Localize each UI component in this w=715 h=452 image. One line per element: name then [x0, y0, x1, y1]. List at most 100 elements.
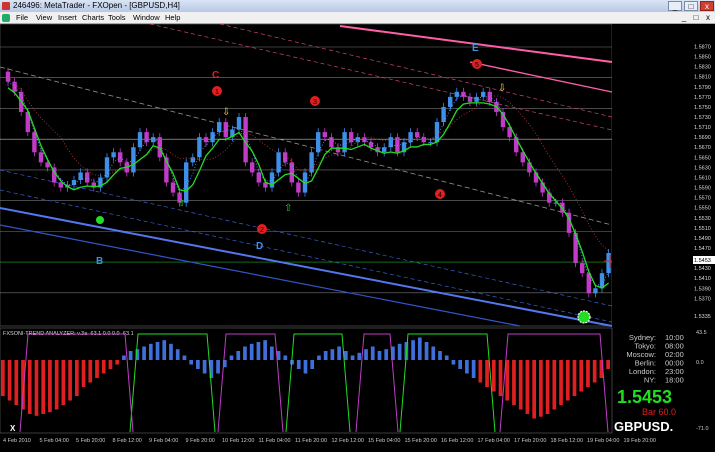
menu-tools[interactable]: Tools	[108, 12, 126, 24]
menu-view[interactable]: View	[36, 12, 52, 24]
price-tick-label: 1.5630	[694, 165, 711, 171]
session-city: NY:	[644, 376, 656, 385]
indicator-bar	[249, 343, 254, 360]
close-button[interactable]: x	[700, 1, 714, 11]
time-tick-label: 18 Feb 12:00	[551, 438, 583, 444]
indicator-bar	[411, 340, 415, 360]
chart-restore-button[interactable]: □	[691, 12, 701, 24]
chart-area[interactable]: C D E B 1 2 3 4 5 ⇩ ⇩ ⇧ ⇧ [8/8] 1.5869[7…	[0, 23, 715, 447]
indicator-bar	[586, 360, 590, 387]
session-time: 18:00	[665, 376, 684, 385]
price-tick-label: 1.5670	[694, 145, 711, 151]
indicator-bar	[559, 360, 563, 405]
candle-body	[481, 91, 486, 97]
time-tick-label: 19 Feb 20:00	[624, 438, 656, 444]
menu-help[interactable]: Help	[165, 12, 180, 24]
time-tick-label: 17 Feb 20:00	[514, 438, 546, 444]
current-price-tag-text: 1.5453	[694, 258, 711, 264]
session-clock-panel: Sydney: 10:00Tokyo: 08:00Moscow: 02:00Berli…	[614, 333, 684, 434]
price-tick-label: 1.5850	[694, 55, 711, 61]
indicator-bar	[189, 360, 194, 365]
indicator-bar	[518, 360, 523, 410]
minimize-button[interactable]: _	[668, 1, 682, 11]
arrow-down-yellow-icon: ⇩	[222, 107, 230, 118]
window-title: 246496: MetaTrader - FXOpen - [GBPUSD,H4…	[13, 1, 180, 10]
candle-body	[32, 132, 37, 153]
candle-body	[316, 132, 321, 153]
arrow-down-yellow-icon-2: ⇩	[498, 83, 506, 94]
candle-body	[415, 132, 420, 138]
price-tick-label: 1.5410	[694, 276, 711, 282]
title-bar: 246496: MetaTrader - FXOpen - [GBPUSD,H4…	[0, 0, 715, 12]
price-tick-label: 1.5650	[694, 155, 711, 161]
candle-body	[203, 137, 209, 143]
indicator-bar	[478, 360, 483, 383]
label-d: D	[256, 241, 263, 252]
indicator-bar	[606, 360, 610, 369]
indicator-bar	[317, 355, 321, 360]
time-tick-label: 19 Feb 04:00	[587, 438, 619, 444]
time-tick-label: 5 Feb 20:00	[76, 438, 105, 444]
price-scale[interactable]: 1.5870 1.5850 1.5830 1.5810 1.5790 1.5770 1.57…	[612, 24, 715, 326]
menu-window[interactable]: Window	[133, 12, 160, 24]
candle-body	[388, 137, 393, 148]
menu-insert[interactable]: Insert	[58, 12, 77, 24]
candle-body	[349, 132, 354, 143]
price-tick-label: 1.5370	[694, 296, 711, 302]
candle-body	[342, 132, 347, 153]
candle-body	[283, 152, 288, 163]
indicator-bar	[397, 343, 402, 360]
candle-body	[448, 96, 453, 107]
indicator-bar	[545, 360, 550, 414]
indicator-bar	[592, 360, 597, 383]
arrow-up-green-icon: ⇧	[284, 203, 292, 214]
indicator-bar	[505, 360, 510, 401]
maximize-button[interactable]: □	[684, 1, 698, 11]
chart-minimize-button[interactable]: _	[679, 12, 689, 24]
indicator-bar	[27, 360, 32, 414]
indicator-bar	[108, 360, 113, 369]
time-tick-label: 17 Feb 04:00	[478, 438, 510, 444]
price-tick-label: 1.5830	[694, 65, 711, 71]
indicator-bar	[270, 346, 274, 360]
indicator-bar	[68, 360, 72, 401]
indicator-bar	[417, 337, 422, 360]
candle-body	[309, 152, 314, 173]
indicator-bar	[370, 346, 375, 360]
menu-file[interactable]: File	[16, 12, 28, 24]
indicator-bar	[485, 360, 489, 387]
time-axis[interactable]: 4 Feb 2010 5 Feb 04:00 5 Feb 20:00 8 Feb 12…	[3, 438, 656, 444]
chart-window-icon	[2, 14, 10, 22]
window-controls: _ □ x	[667, 0, 715, 12]
indicator-bar	[61, 360, 66, 405]
candle-body	[190, 157, 195, 163]
time-tick-label: 15 Feb 04:00	[368, 438, 400, 444]
indicator-bar	[101, 360, 106, 374]
indicator-bar	[54, 360, 59, 410]
indicator-bar	[14, 360, 19, 405]
candle-body	[428, 142, 433, 144]
price-tick-label: 1.5710	[694, 125, 711, 131]
time-tick-label: 12 Feb 12:00	[332, 438, 364, 444]
price-tick-label: 1.5730	[694, 115, 711, 121]
candle-body	[289, 162, 294, 183]
indicator-bar	[169, 343, 173, 360]
candle-body	[78, 172, 83, 180]
indicator-bar	[451, 360, 456, 365]
candle-body	[184, 162, 189, 203]
arrow-up-green-icon-2: ⇧	[178, 198, 186, 208]
indicator-scale-top: 43.5	[696, 330, 707, 336]
indicator-bar	[128, 351, 133, 360]
candle-body	[223, 122, 228, 138]
price-tick-label: 1.5790	[694, 85, 711, 91]
candle-body	[461, 91, 466, 97]
price-tick-label: 1.5530	[694, 216, 711, 222]
price-tick-label: 1.5690	[694, 135, 711, 141]
indicator-bar	[142, 346, 146, 360]
chart-close-button[interactable]: x	[703, 12, 713, 24]
candle-body	[593, 288, 598, 294]
menu-charts[interactable]: Charts	[82, 12, 104, 24]
candle-body	[580, 263, 585, 274]
candle-body	[131, 147, 136, 173]
indicator-bar	[343, 351, 348, 360]
